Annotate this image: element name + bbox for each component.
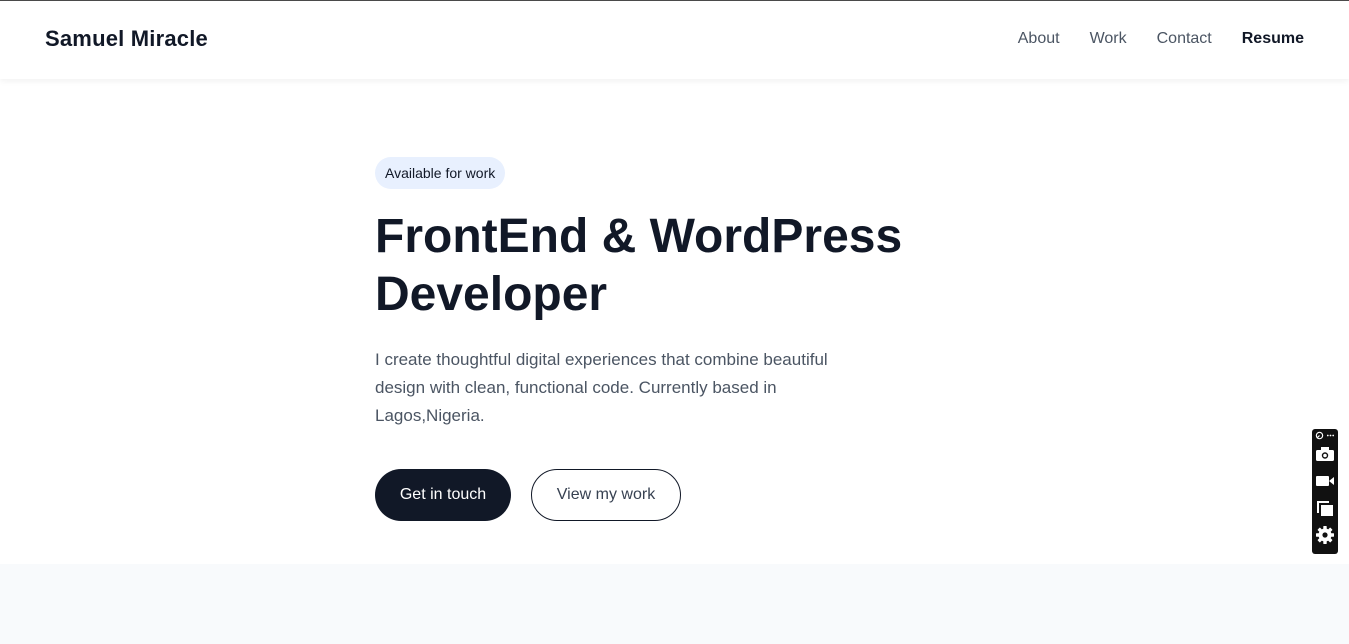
hero-title: FrontEnd & WordPress Developer bbox=[375, 208, 995, 324]
camera-button[interactable] bbox=[1312, 443, 1338, 470]
camera-icon bbox=[1315, 446, 1335, 467]
gear-icon bbox=[1315, 525, 1335, 550]
main-nav: About Work Contact Resume bbox=[1018, 30, 1304, 48]
nav-work-link[interactable]: Work bbox=[1090, 30, 1127, 48]
hero-title-line-2: Developer bbox=[375, 268, 608, 321]
video-icon bbox=[1315, 474, 1335, 493]
toolbar-header bbox=[1312, 429, 1338, 443]
settings-button[interactable] bbox=[1312, 524, 1338, 551]
window-capture-button[interactable] bbox=[1312, 497, 1338, 524]
next-section bbox=[0, 564, 1349, 644]
view-my-work-button[interactable]: View my work bbox=[531, 469, 681, 521]
nav-about-link[interactable]: About bbox=[1018, 30, 1060, 48]
availability-badge: Available for work bbox=[375, 157, 506, 189]
window-icon bbox=[1315, 499, 1335, 522]
nav-resume-link[interactable]: Resume bbox=[1242, 30, 1304, 48]
brand-logo[interactable]: Samuel Miracle bbox=[45, 26, 208, 52]
video-record-button[interactable] bbox=[1312, 470, 1338, 497]
hero-section: Available for work FrontEnd & WordPress … bbox=[0, 79, 1349, 564]
screen-capture-toolbar bbox=[1312, 429, 1338, 554]
get-in-touch-button[interactable]: Get in touch bbox=[375, 469, 511, 521]
site-header: Samuel Miracle About Work Contact Resume bbox=[0, 1, 1349, 79]
nav-contact-link[interactable]: Contact bbox=[1157, 30, 1212, 48]
hero-description: I create thoughtful digital experiences … bbox=[375, 350, 828, 425]
hero-title-line-1: FrontEnd & WordPress bbox=[375, 210, 903, 263]
